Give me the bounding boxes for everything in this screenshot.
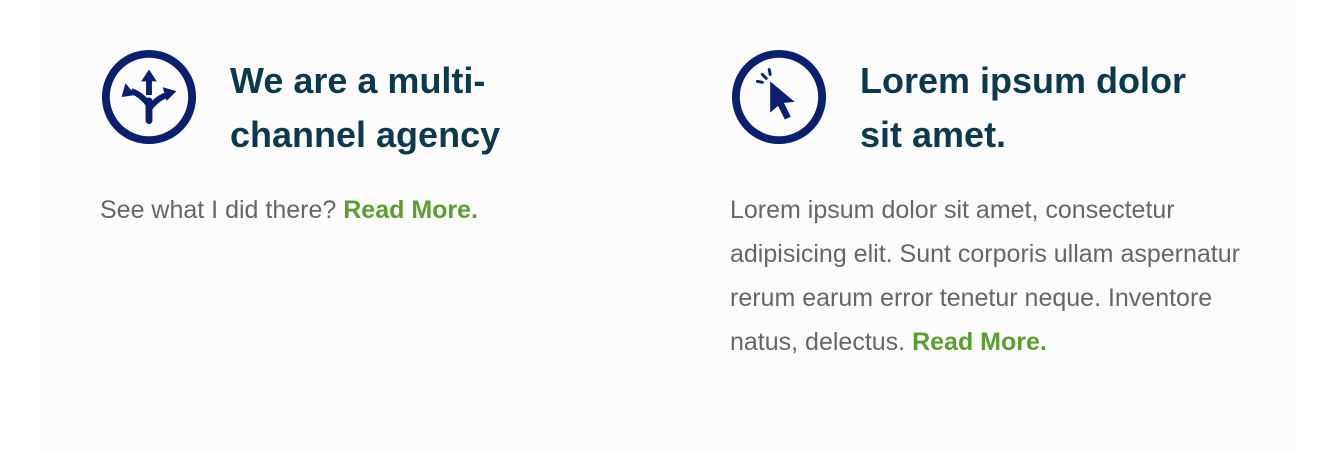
feature-description: See what I did there? Read More. bbox=[100, 188, 600, 232]
read-more-link[interactable]: Read More. bbox=[343, 196, 478, 224]
split-arrows-icon bbox=[100, 48, 198, 146]
feature-title: Lorem ipsum dolor sit amet. bbox=[860, 60, 1187, 155]
feature-card-lorem: Lorem ipsum dolor sit amet. Lorem ipsum … bbox=[730, 48, 1250, 364]
feature-description: Lorem ipsum dolor sit amet, consectetur … bbox=[730, 188, 1240, 364]
feature-card-header: Lorem ipsum dolor sit amet. bbox=[730, 48, 1250, 162]
feature-card-multichannel: We are a multi-channel agency See what I… bbox=[100, 48, 600, 232]
cursor-click-icon bbox=[730, 48, 828, 146]
feature-description-text: See what I did there? bbox=[100, 196, 337, 224]
feature-card-header: We are a multi-channel agency bbox=[100, 48, 600, 162]
read-more-link[interactable]: Read More. bbox=[912, 328, 1047, 356]
feature-title: We are a multi-channel agency bbox=[230, 60, 501, 155]
